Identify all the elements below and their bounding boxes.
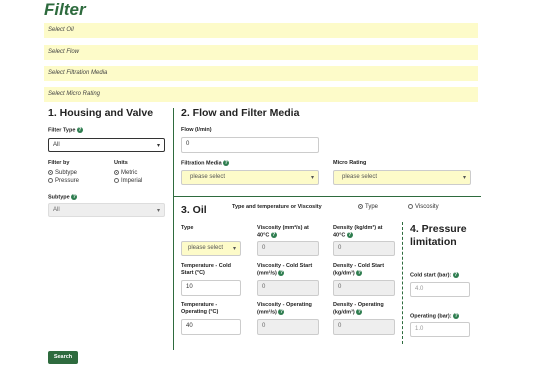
section-divider [173,196,481,197]
select-oil-bar[interactable]: Select Oil [44,23,478,38]
search-button[interactable]: Search [48,351,78,364]
filtration-media-select[interactable]: please select ▾ [181,170,319,185]
select-filtration-media-bar[interactable]: Select Filtration Media [44,66,478,81]
section-3-heading: 3. Oil [181,204,207,216]
cold-start-bar-label: Cold start (bar): ? [410,272,459,279]
oil-type-select[interactable]: please select ▾ [181,241,241,256]
temp-cold-input[interactable]: 10 [181,280,241,296]
help-icon[interactable]: ? [270,231,277,238]
subtype-label: Subtype ? [48,194,78,201]
section-divider [402,222,403,344]
viscosity-40-field[interactable]: 0 [257,241,319,256]
chevron-down-icon: ▾ [156,143,160,149]
visc-cold-label: Viscosity - Cold Start (mm²/s) ? [257,263,313,276]
select-micro-rating-bar[interactable]: Select Micro Rating [44,87,478,102]
radio-metric[interactable]: Metric [114,170,137,176]
dens-operating-label: Density - Operating (kg/dm³) ? [333,302,384,315]
units-label: Units [114,160,128,166]
radio-viscosity[interactable]: Viscosity [408,204,439,210]
flow-label: Flow (l/min) [181,127,212,133]
radio-pressure[interactable]: Pressure [48,178,79,184]
density-40-field[interactable]: 0 [333,241,395,256]
temp-cold-label: Temperature - Cold Start (°C) [181,263,232,276]
filter-by-label: Filter by [48,160,70,166]
section-divider [173,108,174,350]
help-icon[interactable]: ? [71,194,78,200]
help-icon[interactable]: ? [278,308,285,315]
filter-type-select[interactable]: All ▾ [48,138,165,152]
visc-operating-field[interactable]: 0 [257,319,319,335]
flow-input[interactable]: 0 [181,137,319,153]
radio-imperial[interactable]: Imperial [114,178,142,184]
chevron-down-icon: ▾ [156,208,160,214]
viscosity-40-label: Viscosity (mm²/s) at 40°C ? [257,225,309,238]
chevron-down-icon: ▾ [310,175,314,181]
dens-cold-label: Density - Cold Start (kg/dm³) ? [333,263,385,276]
help-icon[interactable]: ? [356,308,363,315]
visc-operating-label: Viscosity - Operating (mm²/s) ? [257,302,312,315]
radio-subtype[interactable]: Subtype [48,170,77,176]
dens-operating-field[interactable]: 0 [333,319,395,335]
dens-cold-field[interactable]: 0 [333,280,395,296]
cold-start-bar-input[interactable]: 4.0 [410,282,470,297]
page-title: Filter [44,0,86,19]
oil-type-label: Type [181,225,194,231]
help-icon[interactable]: ? [223,160,230,166]
select-flow-bar[interactable]: Select Flow [44,45,478,60]
help-icon[interactable]: ? [278,269,285,276]
operating-bar-input[interactable]: 1.0 [410,322,470,337]
filter-type-label: Filter Type ? [48,127,83,134]
filtration-media-label: Filtration Media ? [181,160,230,167]
operating-bar-label: Operating (bar): ? [410,313,460,320]
radio-type[interactable]: Type [358,204,378,210]
micro-rating-select[interactable]: please select ▾ [333,170,471,185]
help-icon[interactable]: ? [452,272,459,278]
temp-operating-input[interactable]: 40 [181,319,241,335]
help-icon[interactable]: ? [76,127,83,133]
micro-rating-label: Micro Rating [333,160,367,166]
subtype-select[interactable]: All ▾ [48,203,165,217]
temp-operating-label: Temperature - Operating (°C) [181,302,219,315]
section-4-heading: 4. Pressure limitation [410,223,467,248]
section-1-heading: 1. Housing and Valve [48,107,154,119]
type-or-viscosity-label: Type and temperature or Viscosity [232,204,322,210]
section-2-heading: 2. Flow and Filter Media [181,107,300,119]
chevron-down-icon: ▾ [462,175,466,181]
help-icon[interactable]: ? [356,269,363,276]
visc-cold-field[interactable]: 0 [257,280,319,296]
help-icon[interactable]: ? [346,231,353,238]
density-40-label: Density (kg/dm³) at 40°C ? [333,225,383,238]
chevron-down-icon: ▾ [232,246,236,252]
help-icon[interactable]: ? [453,313,460,319]
